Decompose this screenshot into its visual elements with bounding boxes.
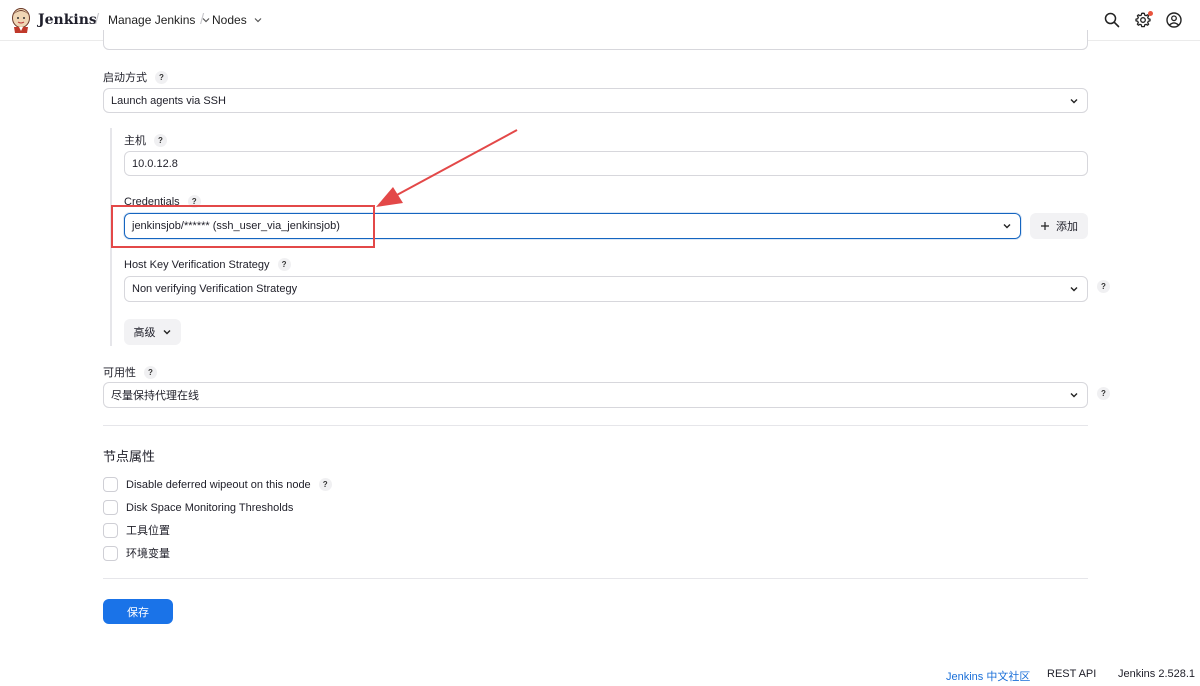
breadcrumb-nodes[interactable]: Nodes <box>212 13 263 27</box>
checkbox[interactable] <box>103 545 118 561</box>
host-value: 10.0.12.8 <box>132 157 178 170</box>
node-properties-title: 节点属性 <box>103 449 156 464</box>
host-key-value: Non verifying Verification Strategy <box>132 283 298 295</box>
chevron-down-icon <box>163 330 170 335</box>
footer-version-link[interactable]: Jenkins 2.528.1 <box>1118 668 1195 680</box>
help-icon[interactable]: ? <box>318 478 332 491</box>
launch-method-label-text: 启动方式 <box>103 72 147 84</box>
host-key-select[interactable]: Non verifying Verification Strategy <box>124 276 1088 302</box>
availability-select[interactable]: 尽量保持代理在线 <box>103 382 1088 408</box>
scrolled-field[interactable] <box>103 30 1088 50</box>
advanced-button[interactable]: 高级 <box>124 319 181 345</box>
breadcrumb-separator: / <box>200 11 205 28</box>
checkbox[interactable] <box>103 522 118 538</box>
host-key-label-text: Host Key Verification Strategy <box>124 258 270 271</box>
footer-community-link[interactable]: Jenkins 中文社区 <box>946 668 1030 684</box>
launch-method-label: 启动方式 ? <box>103 69 168 85</box>
breadcrumb-separator: / <box>95 11 100 28</box>
checkbox[interactable] <box>103 500 118 515</box>
node-property-row[interactable]: 工具位置 <box>103 522 170 538</box>
node-property-label: Disable deferred wipeout on this node <box>126 478 311 491</box>
help-icon[interactable]: ? <box>154 133 167 147</box>
availability-value: 尽量保持代理在线 <box>111 390 199 402</box>
brand-title[interactable]: Jenkins <box>38 12 97 28</box>
help-icon[interactable]: ? <box>1097 387 1110 400</box>
help-icon[interactable]: ? <box>155 70 168 84</box>
section-divider <box>103 578 1088 579</box>
chevron-down-icon <box>1070 393 1078 398</box>
jenkins-logo-icon[interactable] <box>10 7 32 33</box>
chevron-down-icon <box>1070 98 1078 103</box>
chevron-down-icon[interactable] <box>253 15 263 25</box>
search-icon[interactable] <box>1103 11 1121 29</box>
breadcrumb-label: Nodes <box>212 13 247 27</box>
host-label: 主机 ? <box>124 132 167 148</box>
node-property-row[interactable]: Disk Space Monitoring Thresholds <box>103 500 293 515</box>
node-property-row[interactable]: 环境变量 <box>103 545 170 561</box>
checkbox[interactable] <box>103 477 118 492</box>
node-property-label: 环境变量 <box>126 548 170 560</box>
add-credentials-label: 添加 <box>1056 221 1078 233</box>
node-property-label: 工具位置 <box>126 525 170 537</box>
breadcrumb-manage-jenkins[interactable]: Manage Jenkins <box>108 13 211 27</box>
node-property-label: Disk Space Monitoring Thresholds <box>126 501 294 514</box>
save-button[interactable]: 保存 <box>103 599 173 624</box>
notification-dot <box>1148 11 1153 16</box>
add-credentials-button[interactable]: 添加 <box>1030 213 1088 239</box>
launch-method-value: Launch agents via SSH <box>111 94 226 107</box>
annotation-highlight-box <box>111 205 375 248</box>
host-key-label: Host Key Verification Strategy ? <box>124 258 291 271</box>
help-icon[interactable]: ? <box>1097 280 1110 293</box>
advanced-label: 高级 <box>133 327 156 339</box>
host-label-text: 主机 <box>124 135 146 147</box>
chevron-down-icon <box>1070 287 1078 292</box>
node-property-row[interactable]: Disable deferred wipeout on this node ? <box>103 477 332 492</box>
launch-method-select[interactable]: Launch agents via SSH <box>103 88 1088 113</box>
chevron-down-icon <box>1003 224 1011 229</box>
help-icon[interactable]: ? <box>277 258 291 271</box>
plus-icon <box>1041 222 1049 230</box>
availability-label-text: 可用性 <box>103 367 136 379</box>
user-icon[interactable] <box>1165 11 1183 29</box>
section-divider <box>103 425 1088 426</box>
availability-label: 可用性 ? <box>103 364 157 380</box>
footer-rest-api-link[interactable]: REST API <box>1047 668 1096 680</box>
breadcrumb-label: Manage Jenkins <box>108 13 196 27</box>
help-icon[interactable]: ? <box>144 365 157 379</box>
host-input[interactable]: 10.0.12.8 <box>124 151 1088 176</box>
